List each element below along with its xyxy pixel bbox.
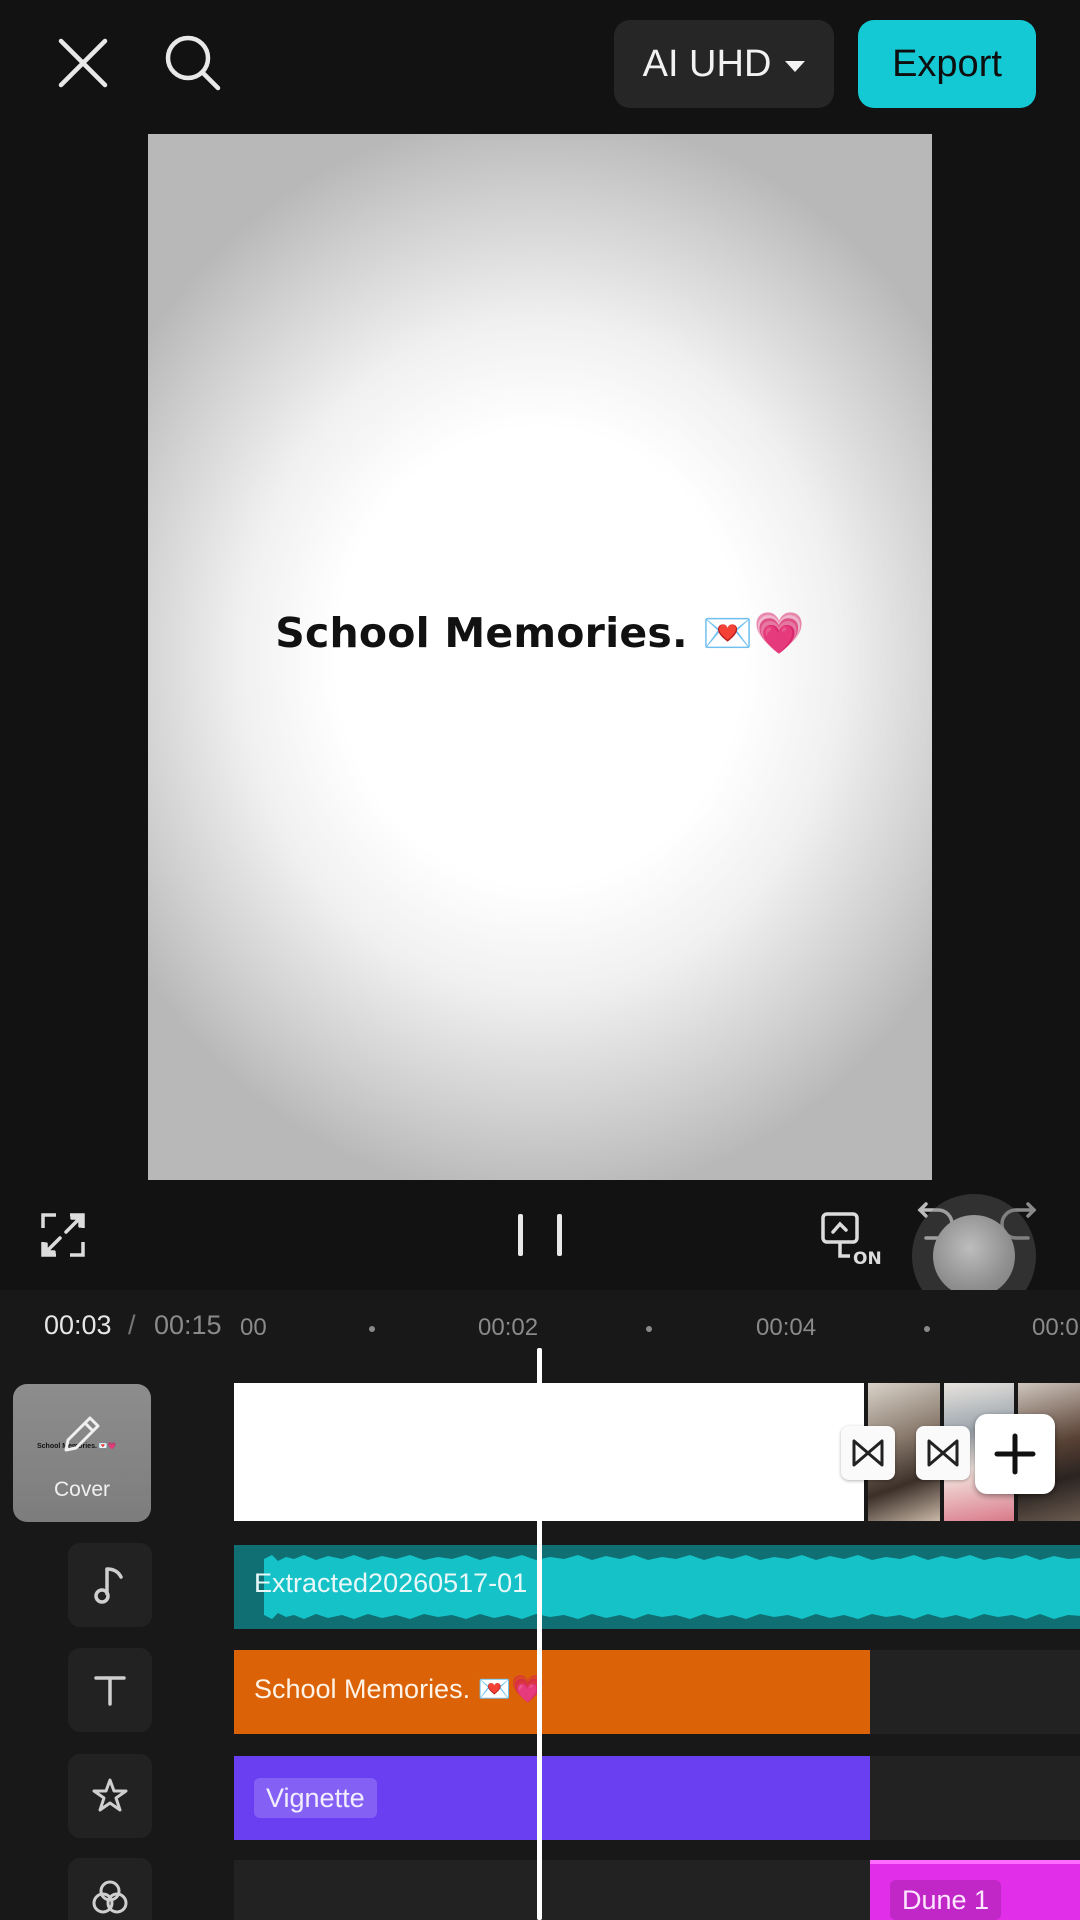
fullscreen-button[interactable]: [40, 1212, 86, 1258]
effect-clip-label: Vignette: [254, 1778, 377, 1818]
text-track-empty: [870, 1650, 1080, 1734]
fullscreen-icon: [41, 1213, 85, 1257]
pencil-icon: [64, 1416, 100, 1452]
filter-clip-label: Dune 1: [890, 1880, 1002, 1920]
search-button[interactable]: [158, 28, 228, 98]
bowtie-icon: [852, 1439, 884, 1467]
ruler-tick-label: 00:04: [756, 1314, 817, 1341]
bowtie-icon: [927, 1439, 959, 1467]
audio-clip-label: Extracted20260517-01: [254, 1568, 528, 1598]
ruler-tick-label: 00: [240, 1314, 267, 1341]
effect-track-empty: [870, 1756, 1080, 1840]
effects-track-button[interactable]: [68, 1754, 152, 1838]
filter-clip[interactable]: Dune 1: [870, 1860, 1080, 1920]
search-icon: [165, 35, 221, 91]
text-clip[interactable]: School Memories. 💌💗: [234, 1650, 870, 1734]
pause-button[interactable]: [518, 1214, 562, 1260]
filter-track-button[interactable]: [68, 1858, 152, 1920]
quality-dropdown[interactable]: AI UHD: [614, 20, 834, 108]
filter-track-empty: [234, 1860, 870, 1920]
captions-on-icon: ON: [821, 1212, 882, 1269]
cover-label: Cover: [53, 1478, 111, 1501]
quality-label: AI UHD: [642, 42, 772, 85]
ruler-tick-label: 00:0: [1032, 1314, 1079, 1341]
close-button[interactable]: [48, 28, 118, 98]
export-button[interactable]: Export: [858, 20, 1036, 108]
music-note-icon: [94, 1567, 123, 1604]
video-clip-white[interactable]: [234, 1383, 864, 1521]
audio-clip[interactable]: Extracted20260517-01: [234, 1545, 1080, 1629]
current-time: 00:03: [44, 1310, 112, 1340]
close-icon: [58, 38, 108, 88]
preview-title-text[interactable]: School Memories. 💌💗: [275, 609, 804, 658]
filter-circles-icon: [92, 1880, 128, 1914]
text-clip-label: School Memories. 💌💗: [254, 1674, 545, 1704]
playhead[interactable]: [537, 1348, 542, 1920]
text-icon: [94, 1676, 126, 1706]
drag-knob: [933, 1215, 1015, 1297]
cover-button[interactable]: School Memories. 💌💗 Cover: [13, 1384, 151, 1522]
ruler-dot: [924, 1326, 930, 1332]
add-clip-button[interactable]: [975, 1414, 1055, 1494]
text-track-button[interactable]: [68, 1648, 152, 1732]
transition-button[interactable]: [916, 1426, 970, 1480]
ruler-tick-label: 00:02: [478, 1314, 539, 1341]
ruler-dot: [646, 1326, 652, 1332]
chevron-down-icon: [785, 60, 806, 72]
transition-button[interactable]: [841, 1426, 895, 1480]
auto-captions-toggle[interactable]: ON: [820, 1210, 882, 1269]
effect-clip[interactable]: Vignette: [234, 1756, 870, 1840]
pause-icon: [518, 1214, 523, 1256]
video-preview[interactable]: School Memories. 💌💗: [148, 134, 932, 1180]
plus-icon: [994, 1433, 1036, 1475]
time-separator: /: [128, 1310, 136, 1340]
audio-track-button[interactable]: [68, 1543, 152, 1627]
total-time: 00:15: [154, 1310, 222, 1340]
svg-text:ON: ON: [853, 1249, 882, 1266]
ruler-dot: [369, 1326, 375, 1332]
top-bar: AI UHD Export: [0, 0, 1080, 130]
effects-star-icon: [92, 1778, 128, 1812]
